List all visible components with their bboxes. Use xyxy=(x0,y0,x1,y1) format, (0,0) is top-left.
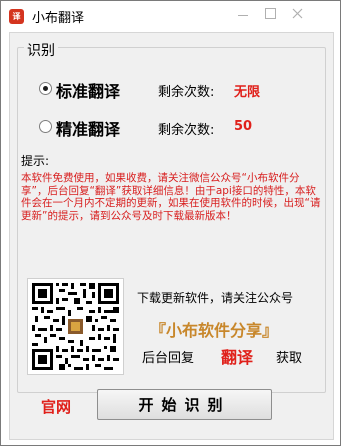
close-icon[interactable] xyxy=(290,7,304,19)
remaining-label: 剩余次数: xyxy=(158,85,215,100)
start-recognition-button[interactable]: 开始识别 xyxy=(97,389,272,420)
minimize-icon[interactable] xyxy=(236,7,250,19)
remaining-value: 50 xyxy=(234,119,253,134)
reply-keyword: 翻译 xyxy=(221,348,254,367)
app-logo-icon: 译 xyxy=(9,9,24,24)
group-label: 识别 xyxy=(24,40,58,60)
website-link[interactable]: 官网 xyxy=(41,396,71,417)
reply-suffix: 获取 xyxy=(276,351,303,366)
app-window: 译 小布翻译 识别 标准翻译 剩余次数: 无限 精准翻译 剩余次数: 50 提示… xyxy=(0,0,341,446)
remaining-value: 无限 xyxy=(234,85,261,100)
main-panel: 识别 标准翻译 剩余次数: 无限 精准翻译 剩余次数: 50 提示: 本软件免费… xyxy=(9,32,334,440)
reply-prefix: 后台回复 xyxy=(142,351,195,366)
title-bar[interactable]: 译 小布翻译 xyxy=(1,1,340,31)
mode-precise-label[interactable]: 精准翻译 xyxy=(56,116,120,140)
brand-name: 『小布软件分享』 xyxy=(150,321,279,340)
window-title: 小布翻译 xyxy=(32,11,85,26)
radio-standard[interactable] xyxy=(39,82,52,95)
radio-precise[interactable] xyxy=(39,120,52,133)
remaining-label: 剩余次数: xyxy=(158,123,215,138)
maximize-icon[interactable] xyxy=(263,7,277,19)
follow-text: 下载更新软件，请关注公众号 xyxy=(137,291,294,305)
tip-label: 提示: xyxy=(21,154,50,168)
tip-text: 本软件免费使用，如果收费，请关注微信公众号“小布软件分享”，后台回复“翻译”获取… xyxy=(21,172,321,222)
qr-code-icon xyxy=(27,278,124,375)
mode-standard-label[interactable]: 标准翻译 xyxy=(56,78,120,102)
